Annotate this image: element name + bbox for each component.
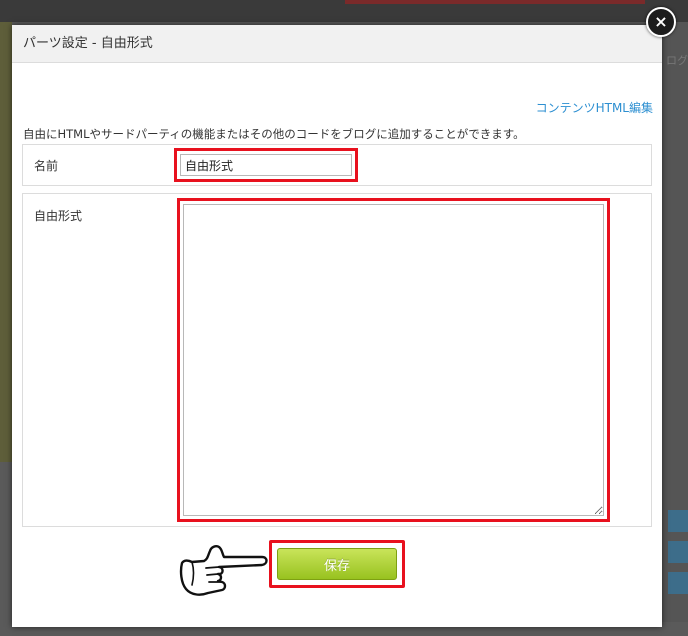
modal-title: パーツ設定 - 自由形式	[23, 36, 153, 51]
save-button[interactable]: 保存	[277, 548, 397, 580]
background-button	[668, 510, 688, 532]
modal-header: パーツ設定 - 自由形式	[12, 25, 662, 63]
body-field-label: 自由形式	[34, 209, 83, 223]
background-right-panel	[662, 22, 688, 622]
parts-settings-modal: パーツ設定 - 自由形式 コンテンツHTML編集 自由にHTMLやサードパーティ…	[12, 25, 662, 627]
background-left-panel	[0, 22, 12, 462]
background-partial-text: ログ	[666, 54, 688, 67]
body-field-row: 自由形式	[22, 193, 652, 527]
background-button	[668, 572, 688, 594]
name-field-label: 名前	[34, 159, 59, 173]
modal-description: 自由にHTMLやサードパーティの機能またはその他のコードをブログに追加することが…	[23, 127, 525, 141]
free-form-code-textarea[interactable]	[177, 198, 610, 522]
save-button-highlight: 保存	[269, 540, 405, 588]
background-button	[668, 541, 688, 563]
content-html-edit-link[interactable]: コンテンツHTML編集	[536, 99, 653, 116]
name-input[interactable]	[174, 148, 358, 182]
pointing-hand-icon	[179, 545, 268, 596]
close-icon[interactable]: ×	[646, 7, 676, 37]
name-field-row: 名前	[22, 144, 652, 186]
background-accent-bar	[345, 0, 645, 4]
